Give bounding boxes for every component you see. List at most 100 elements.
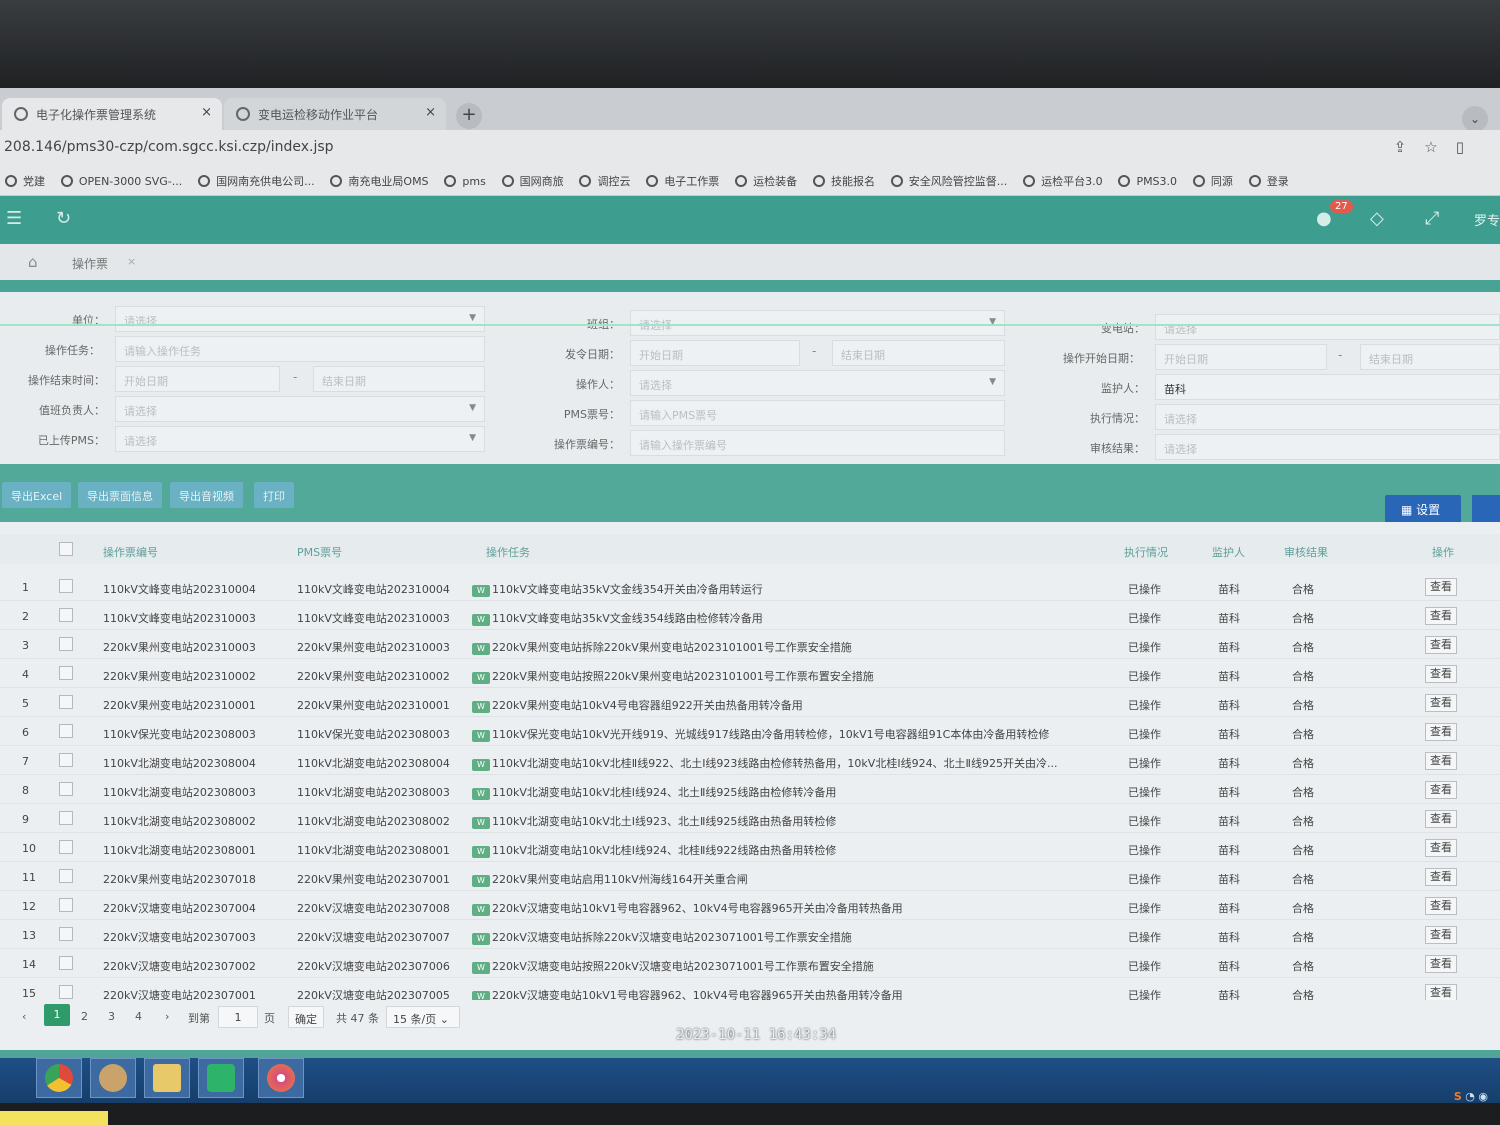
team-select[interactable]: 请选择▼ xyxy=(630,310,1005,336)
table-row[interactable]: 5 220kV果州变电站202310001 220kV果州变电站202310001 W… xyxy=(0,688,1500,717)
view-button[interactable]: 查看 xyxy=(1425,897,1457,915)
bookmark[interactable]: 电子工作票 xyxy=(641,166,726,189)
bookmark[interactable]: pms xyxy=(439,168,492,188)
view-button[interactable]: 查看 xyxy=(1425,752,1457,770)
column-header[interactable]: PMS票号 xyxy=(297,544,342,560)
row-checkbox[interactable] xyxy=(59,637,73,651)
confirm-button[interactable]: 确定 xyxy=(288,1006,324,1028)
table-row[interactable]: 13 220kV汉塘变电站202307003 220kV汉塘变电站202307007… xyxy=(0,920,1500,949)
column-header[interactable]: 操作 xyxy=(1432,544,1454,560)
view-button[interactable]: 查看 xyxy=(1425,868,1457,886)
row-checkbox[interactable] xyxy=(59,811,73,825)
page-number[interactable]: 4 xyxy=(135,1010,142,1023)
table-row[interactable]: 10 110kV北湖变电站202308001 110kV北湖变电站202308001… xyxy=(0,833,1500,862)
bookmark[interactable]: PMS3.0 xyxy=(1113,168,1184,188)
view-button[interactable]: 查看 xyxy=(1425,810,1457,828)
issue-date-start-input[interactable]: 开始日期 xyxy=(630,340,800,366)
export-ticket-info-button[interactable]: 导出票面信息 xyxy=(78,482,162,508)
bookmark[interactable]: 运检平台3.0 xyxy=(1018,166,1110,189)
folder-icon[interactable] xyxy=(144,1058,190,1098)
uploaded-pms-select[interactable]: 请选择 ▼ xyxy=(115,426,485,452)
close-icon[interactable]: × xyxy=(127,255,136,268)
table-row[interactable]: 7 110kV北湖变电站202308004 110kV北湖变电站202308004 W… xyxy=(0,746,1500,775)
row-checkbox[interactable] xyxy=(59,666,73,680)
column-header[interactable]: 操作票编号 xyxy=(103,544,158,560)
menu-icon[interactable]: ☰ xyxy=(6,208,22,229)
browser-icon[interactable] xyxy=(258,1058,304,1098)
volume-icon[interactable]: ◉ xyxy=(1478,1090,1488,1103)
row-checkbox[interactable] xyxy=(59,695,73,709)
row-checkbox[interactable] xyxy=(59,840,73,854)
view-button[interactable]: 查看 xyxy=(1425,955,1457,973)
star-icon[interactable]: ☆ xyxy=(1424,138,1455,156)
pms-no-input[interactable]: 请输入PMS票号 xyxy=(630,400,1005,426)
browser-tab[interactable]: 变电运检移动作业平台 × xyxy=(224,98,446,130)
operator-select[interactable]: 请选择 ▼ xyxy=(630,370,1005,396)
export-av-button[interactable]: 导出音视频 xyxy=(170,482,243,508)
table-row[interactable]: 8 110kV北湖变电站202308003 110kV北湖变电站202308003 W… xyxy=(0,775,1500,804)
bookmark[interactable]: 南充电业局OMS xyxy=(325,166,435,189)
row-checkbox[interactable] xyxy=(59,985,73,999)
bookmark[interactable]: 技能报名 xyxy=(808,166,882,189)
ime-icon[interactable]: S xyxy=(1454,1090,1462,1103)
row-checkbox[interactable] xyxy=(59,753,73,767)
view-button[interactable]: 查看 xyxy=(1425,694,1457,712)
bookmark[interactable]: 党建 xyxy=(0,166,52,189)
bookmark[interactable]: 国网南充供电公司... xyxy=(193,166,322,189)
view-button[interactable]: 查看 xyxy=(1425,839,1457,857)
bookmark[interactable]: 登录 xyxy=(1244,166,1296,189)
network-icon[interactable]: ◔ xyxy=(1465,1090,1475,1103)
page-size-select[interactable]: 15 条/页 ⌄ xyxy=(386,1006,460,1028)
table-row[interactable]: 14 220kV汉塘变电站202307002 220kV汉塘变电站202307006… xyxy=(0,949,1500,978)
message-icon[interactable]: ● xyxy=(1316,208,1332,229)
substation-select[interactable]: 请选择 xyxy=(1155,314,1500,340)
task-input[interactable]: 请输入操作任务 xyxy=(115,336,485,362)
exec-status-select[interactable]: 请选择 xyxy=(1155,404,1500,430)
page-number[interactable]: 2 xyxy=(81,1010,88,1023)
table-row[interactable]: 2 110kV文峰变电站202310003 110kV文峰变电站202310003 W… xyxy=(0,601,1500,630)
duty-person-select[interactable]: 请选择 ▼ xyxy=(115,396,485,422)
browser-tab-active[interactable]: 电子化操作票管理系统 × xyxy=(2,98,222,130)
app-icon[interactable] xyxy=(90,1058,136,1098)
view-button[interactable]: 查看 xyxy=(1425,665,1457,683)
view-button[interactable]: 查看 xyxy=(1425,607,1457,625)
close-icon[interactable]: × xyxy=(201,105,212,120)
next-page-icon[interactable]: › xyxy=(165,1010,169,1023)
print-button[interactable]: 打印 xyxy=(254,482,294,508)
url-input[interactable]: 208.146/pms30-czp/com.sgcc.ksi.czp/index… xyxy=(4,139,334,155)
row-checkbox[interactable] xyxy=(59,782,73,796)
bookmark[interactable]: 安全风险管控监督... xyxy=(886,166,1015,189)
settings-button[interactable]: ▦ 设置 xyxy=(1385,495,1461,523)
fullscreen-icon[interactable]: ⤢ xyxy=(1425,208,1439,229)
guardian-select[interactable]: 苗科 xyxy=(1155,374,1500,400)
goto-page-input[interactable]: 1 xyxy=(218,1006,258,1028)
row-checkbox[interactable] xyxy=(59,869,73,883)
unit-select[interactable]: 请选择 ▼ xyxy=(115,306,485,332)
table-row[interactable]: 11 220kV果州变电站202307018 220kV果州变电站202307001… xyxy=(0,862,1500,891)
column-header[interactable]: 审核结果 xyxy=(1284,544,1328,560)
page-number[interactable]: 3 xyxy=(108,1010,115,1023)
bookmark[interactable]: OPEN-3000 SVG-... xyxy=(56,168,189,188)
column-header[interactable]: 监护人 xyxy=(1212,544,1245,560)
more-button[interactable] xyxy=(1472,495,1500,523)
prev-page-icon[interactable]: ‹ xyxy=(22,1010,26,1023)
bookmark[interactable]: 同源 xyxy=(1188,166,1240,189)
row-checkbox[interactable] xyxy=(59,898,73,912)
bookmark[interactable]: 国网商旅 xyxy=(497,166,571,189)
review-result-select[interactable]: 请选择 xyxy=(1155,434,1500,460)
sidebar-icon[interactable]: ▯ xyxy=(1456,138,1482,156)
table-row[interactable]: 12 220kV汉塘变电站202307004 220kV汉塘变电站202307008… xyxy=(0,891,1500,920)
table-row[interactable]: 9 110kV北湖变电站202308002 110kV北湖变电站202308002 W… xyxy=(0,804,1500,833)
close-icon[interactable]: × xyxy=(425,105,436,120)
chevron-down-icon[interactable]: ⌄ xyxy=(1462,106,1488,132)
bookmark[interactable]: 运检装备 xyxy=(730,166,804,189)
view-button[interactable]: 查看 xyxy=(1425,578,1457,596)
end-time-end-input[interactable]: 结束日期 xyxy=(313,366,485,392)
table-row[interactable]: 4 220kV果州变电站202310002 220kV果州变电站202310002 W… xyxy=(0,659,1500,688)
new-tab-button[interactable]: + xyxy=(456,103,482,129)
row-checkbox[interactable] xyxy=(59,724,73,738)
row-checkbox[interactable] xyxy=(59,608,73,622)
row-checkbox[interactable] xyxy=(59,956,73,970)
share-icon[interactable]: ⇪ xyxy=(1394,138,1425,156)
row-checkbox[interactable] xyxy=(59,579,73,593)
